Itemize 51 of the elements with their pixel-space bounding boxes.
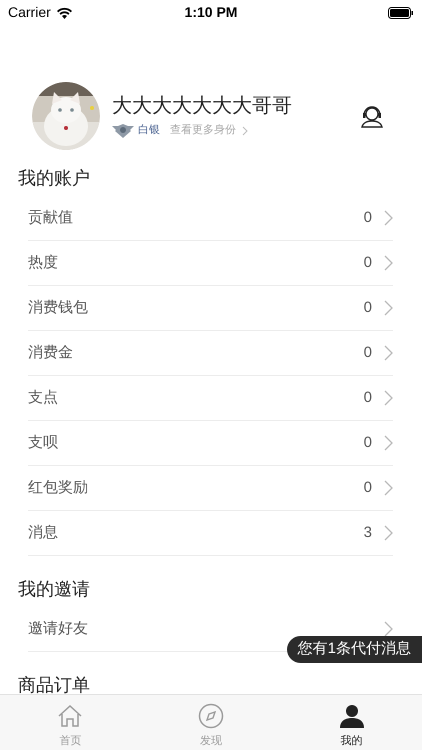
customer-service-icon[interactable] [360,104,384,128]
chevron-right-icon [384,480,393,496]
compass-icon [198,703,224,729]
list-row[interactable]: 支点 0 [28,376,393,421]
list-row[interactable]: 热度 0 [28,241,393,286]
row-value: 0 [364,252,372,273]
chevron-right-icon [384,525,393,541]
row-value: 0 [364,478,372,498]
chevron-right-icon [384,255,393,271]
list-row[interactable]: 消费钱包 0 [28,286,393,331]
toast-message[interactable]: 您有1条代付消息 [286,636,422,663]
chevron-right-icon [384,435,393,451]
clock-time: 1:10 PM [184,3,238,22]
chevron-right-icon [384,390,393,406]
section-title: 商品订单 [18,674,90,694]
list-row[interactable]: 消息 3 [28,511,393,556]
list-row[interactable]: 消费金 0 [28,331,393,376]
chevron-right-icon [384,300,393,316]
row-label: 热度 [28,252,59,273]
user-name: 大大大大大大大哥哥 [112,94,293,120]
row-value: 0 [364,388,372,408]
list-row[interactable]: 贡献值 0 [28,196,393,241]
carrier-label: Carrier [8,3,51,22]
chevron-right-icon [384,345,393,361]
tab-item[interactable]: 我的 [281,695,422,750]
person-icon [338,703,365,729]
row-label: 贡献值 [28,208,74,228]
shield-badge-icon [112,122,134,138]
chevron-right-icon [242,126,248,136]
row-label: 支点 [28,388,59,408]
row-value: 3 [364,522,372,543]
row-label: 红包奖励 [28,478,89,498]
level-label: 白银 [138,123,160,138]
row-label: 消费钱包 [28,298,89,318]
row-label: 邀请好友 [28,618,89,639]
row-value: 0 [364,298,372,318]
row-value: 0 [364,208,372,228]
row-value: 0 [364,342,372,363]
battery-icon [388,6,414,18]
chevron-right-icon [384,210,393,226]
chevron-right-icon [384,621,393,637]
home-icon [57,703,84,729]
list-row[interactable]: 支呗 0 [28,421,393,466]
row-label: 消息 [28,522,59,543]
section-title: 我的账户 [18,166,90,190]
list-row[interactable]: 红包奖励 0 [28,466,393,511]
row-value: 0 [364,432,372,453]
row-label: 支呗 [28,432,59,453]
row-label: 消费金 [28,342,74,363]
section-title: 我的邀请 [18,578,90,600]
wifi-icon [56,6,73,18]
